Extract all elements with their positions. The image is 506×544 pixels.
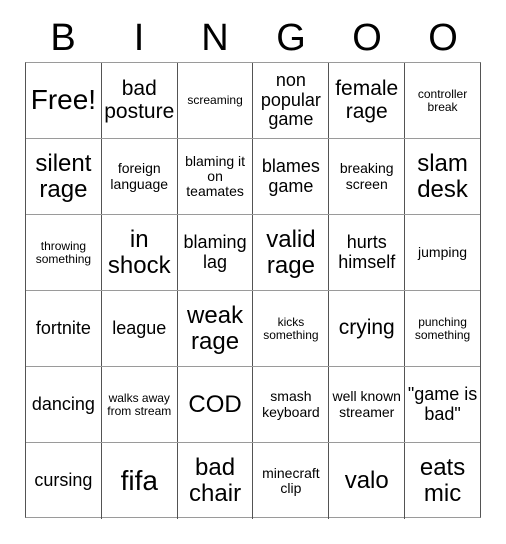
bingo-cell[interactable]: minecraft clip	[253, 443, 330, 519]
bingo-cell-label: cursing	[34, 470, 93, 491]
bingo-cell-label: well known streamer	[332, 388, 401, 420]
bingo-cell[interactable]: walks away from stream	[102, 367, 178, 442]
bingo-cell-label: COD	[188, 390, 242, 418]
bingo-header-letter-5: O	[428, 17, 458, 59]
bingo-cell-label: league	[112, 317, 167, 338]
bingo-cell-label: fifa	[120, 464, 158, 496]
bingo-cell[interactable]: Free!	[26, 63, 102, 138]
bingo-cell[interactable]: controller break	[405, 63, 480, 138]
bingo-cell-label: valo	[344, 467, 389, 495]
bingo-cell-label: kicks something	[263, 314, 319, 342]
bingo-header-letter-1: I	[133, 17, 145, 59]
bingo-header-letter-4: O	[352, 17, 382, 59]
bingo-cell-label: blames game	[261, 156, 320, 196]
bingo-cell-label: blaming lag	[183, 232, 247, 272]
bingo-cell[interactable]: weak rage	[178, 291, 254, 366]
bingo-cell-label: punching something	[414, 314, 471, 342]
bingo-cell[interactable]: throwing something	[26, 215, 102, 290]
bingo-grid: Free! bad posture screaming non popular …	[25, 62, 481, 519]
bingo-cell[interactable]: smash keyboard	[253, 367, 330, 442]
bingo-row: silent rage foreign language blaming it …	[26, 139, 480, 215]
bingo-cell-label: jumping	[418, 243, 468, 260]
bingo-cell-label: dancing	[31, 393, 95, 414]
bingo-cell[interactable]: crying	[329, 291, 406, 366]
bingo-cell[interactable]: fifa	[102, 443, 178, 519]
bingo-cell-label: Free!	[30, 84, 97, 116]
bingo-header-letter-2: N	[201, 17, 229, 59]
bingo-cell-label: bad chair	[189, 454, 242, 507]
bingo-cell[interactable]: non popular game	[253, 63, 330, 138]
bingo-cell-label: breaking screen	[339, 160, 394, 192]
bingo-cell[interactable]: blames game	[253, 139, 330, 214]
bingo-cell[interactable]: blaming lag	[178, 215, 254, 290]
bingo-cell[interactable]: "game is bad"	[405, 367, 480, 442]
bingo-cell[interactable]: valo	[329, 443, 406, 519]
bingo-cell[interactable]: eats mic	[405, 443, 480, 519]
bingo-cell[interactable]: league	[102, 291, 178, 366]
bingo-cell[interactable]: COD	[178, 367, 254, 442]
bingo-cell-label: hurts himself	[338, 232, 396, 272]
bingo-cell-label: female rage	[335, 76, 399, 123]
bingo-row: fortnite league weak rage kicks somethin…	[26, 291, 480, 367]
bingo-header-letter-0: B	[50, 17, 76, 59]
bingo-cell[interactable]: jumping	[405, 215, 480, 290]
bingo-cell[interactable]: bad chair	[178, 443, 254, 519]
bingo-cell-label: controller break	[417, 86, 468, 114]
bingo-cell-label: in shock	[107, 225, 171, 279]
bingo-cell[interactable]: female rage	[329, 63, 406, 138]
bingo-cell[interactable]: well known streamer	[329, 367, 406, 442]
bingo-cell[interactable]: breaking screen	[329, 139, 406, 214]
bingo-cell[interactable]: hurts himself	[329, 215, 406, 290]
bingo-cell-label: fortnite	[35, 317, 91, 338]
bingo-row: dancing walks away from stream COD smash…	[26, 367, 480, 443]
bingo-cell[interactable]: silent rage	[26, 139, 102, 214]
bingo-cell[interactable]: dancing	[26, 367, 102, 442]
bingo-row: throwing something in shock blaming lag …	[26, 215, 480, 291]
bingo-cell-label: minecraft clip	[262, 464, 320, 496]
bingo-cell-label: eats mic	[419, 454, 466, 507]
bingo-cell-label: valid rage	[266, 225, 316, 279]
bingo-cell[interactable]: kicks something	[253, 291, 330, 366]
bingo-header-letter-3: G	[276, 17, 306, 59]
bingo-header-row: B I N G O O	[25, 14, 481, 62]
bingo-cell[interactable]: screaming	[178, 63, 254, 138]
bingo-cell-label: smash keyboard	[262, 388, 320, 420]
bingo-cell[interactable]: valid rage	[253, 215, 330, 290]
bingo-cell[interactable]: in shock	[102, 215, 178, 290]
bingo-cell-label: walks away from stream	[107, 390, 172, 418]
bingo-cell[interactable]: foreign language	[102, 139, 178, 214]
bingo-cell-label: slam desk	[417, 149, 468, 203]
bingo-cell[interactable]: blaming it on teamates	[178, 139, 254, 214]
bingo-cell-label: "game is bad"	[407, 384, 478, 424]
bingo-cell-label: weak rage	[187, 301, 244, 355]
bingo-cell[interactable]: fortnite	[26, 291, 102, 366]
bingo-cell[interactable]: punching something	[405, 291, 480, 366]
bingo-cell[interactable]: cursing	[26, 443, 102, 519]
bingo-cell-label: non popular game	[260, 70, 321, 130]
bingo-row: cursing fifa bad chair minecraft clip va…	[26, 443, 480, 519]
bingo-cell-label: bad posture	[104, 76, 175, 123]
bingo-row: Free! bad posture screaming non popular …	[26, 63, 480, 139]
bingo-cell[interactable]: bad posture	[102, 63, 178, 138]
bingo-cell[interactable]: slam desk	[405, 139, 480, 214]
bingo-cell-label: crying	[338, 316, 395, 340]
bingo-cell-label: silent rage	[35, 149, 92, 203]
bingo-card: B I N G O O Free! bad posture screaming …	[0, 0, 506, 544]
bingo-cell-label: blaming it on teamates	[185, 152, 246, 200]
bingo-cell-label: foreign language	[110, 160, 169, 192]
bingo-cell-label: throwing something	[35, 238, 92, 266]
bingo-cell-label: screaming	[187, 93, 243, 108]
